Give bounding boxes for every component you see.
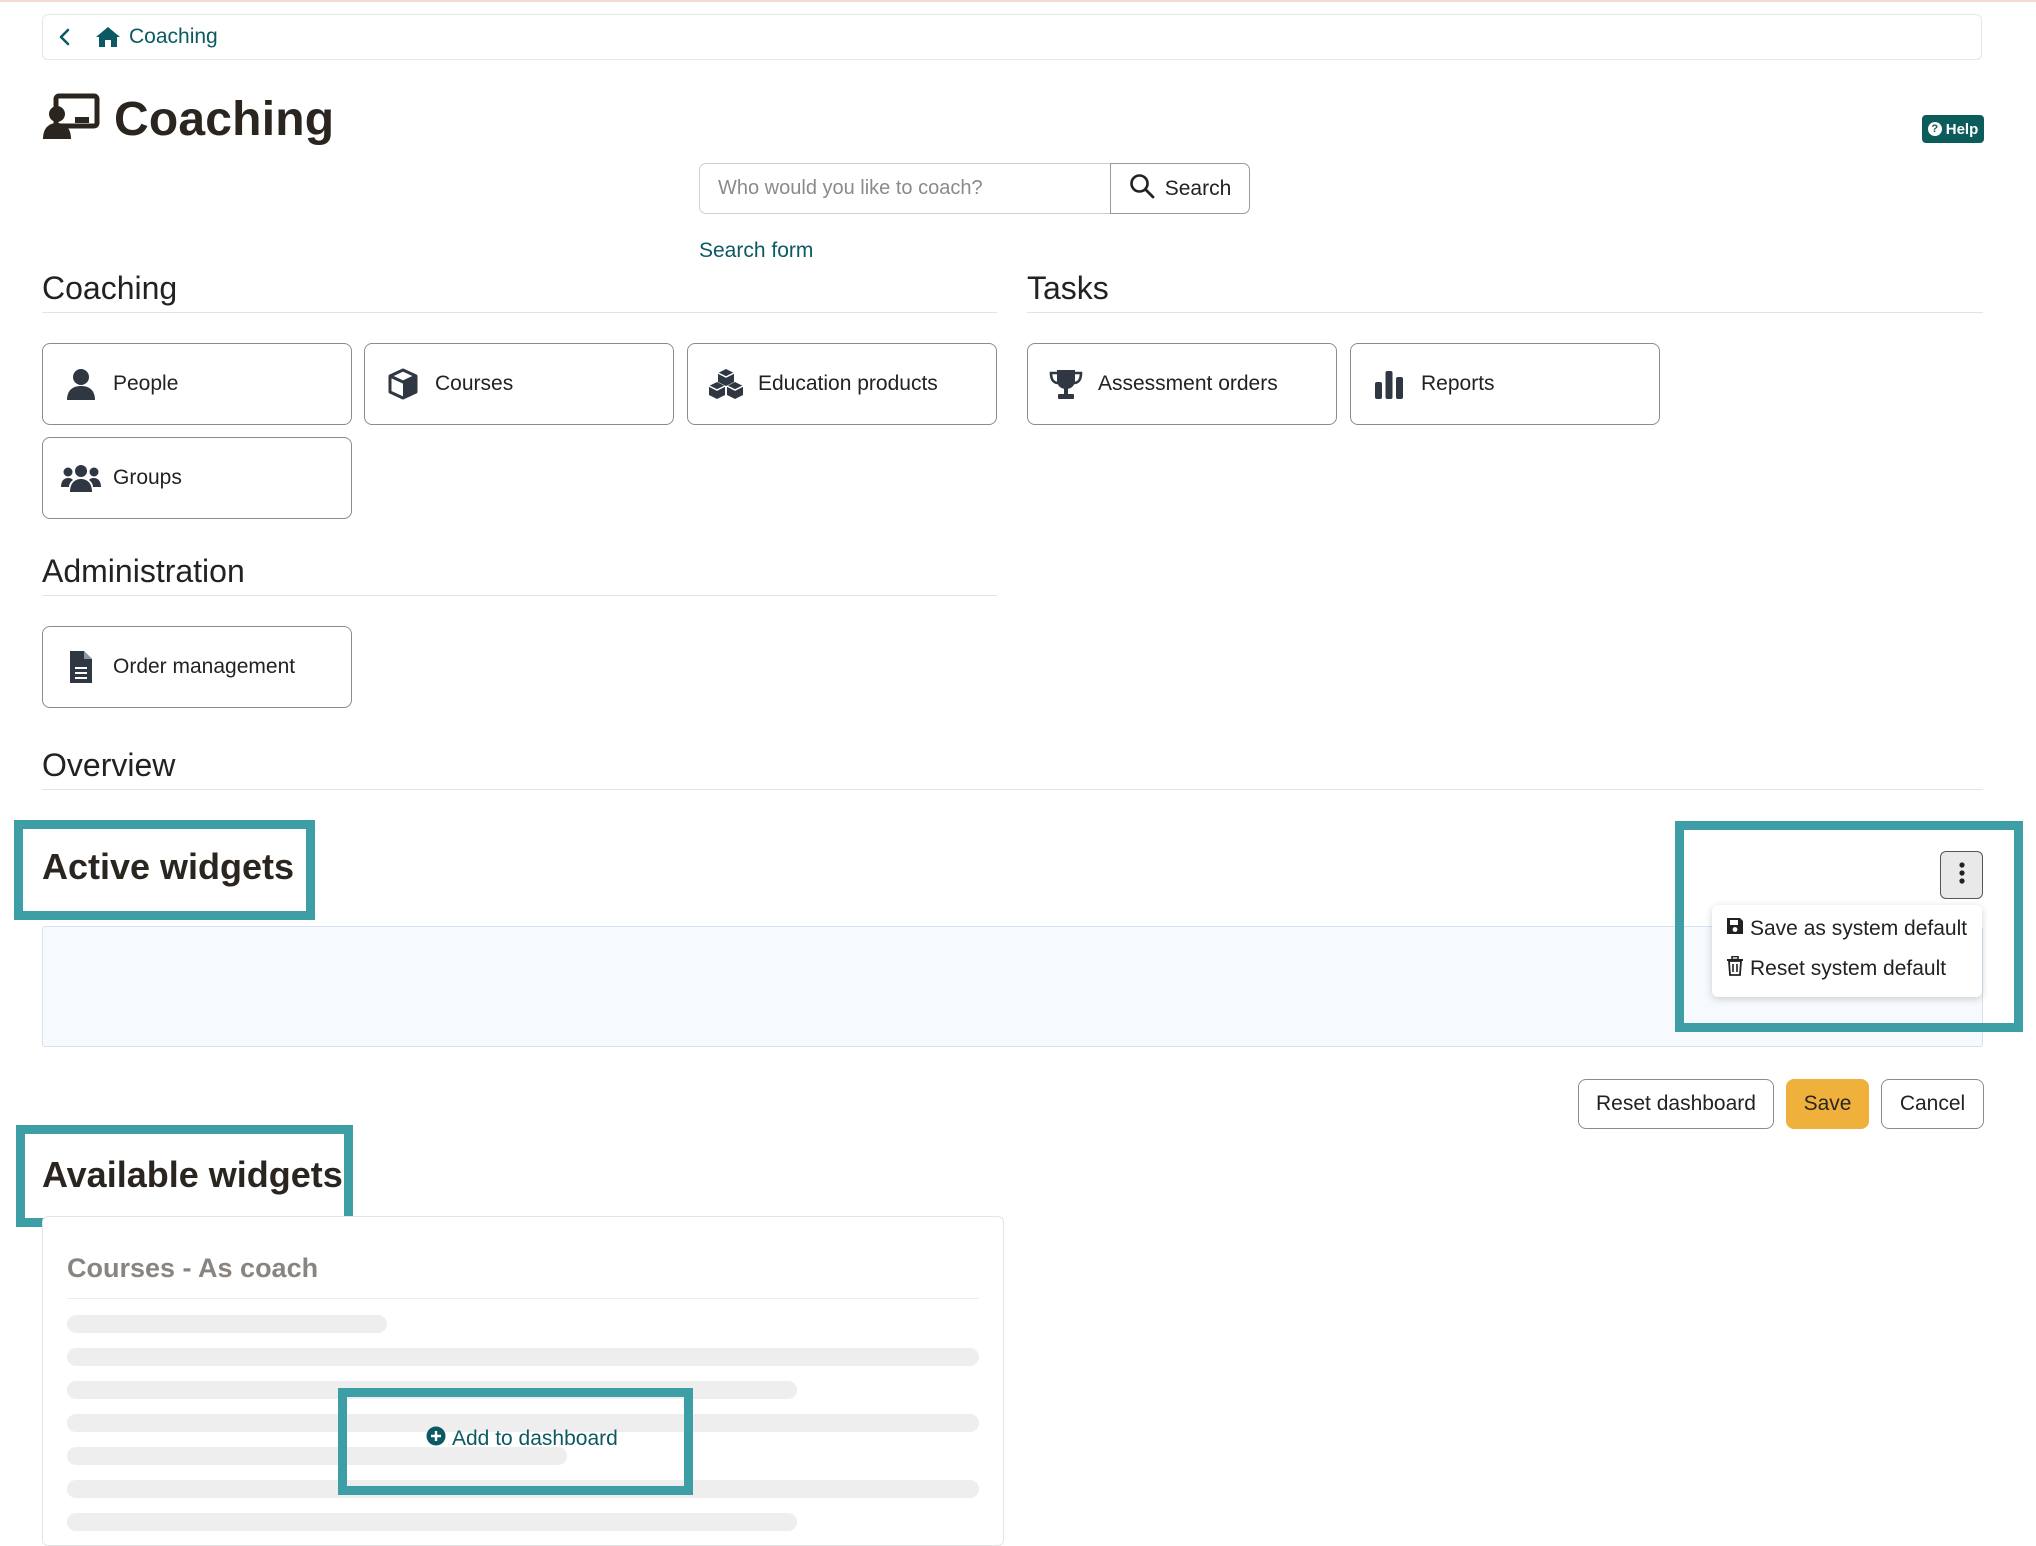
search-button[interactable]: Search [1110,163,1250,214]
help-label: Help [1945,120,1979,138]
active-widgets-heading: Active widgets [42,846,295,887]
cubes-icon [706,364,746,404]
tile-assessment-orders[interactable]: Assessment orders [1027,343,1337,425]
section-heading-tasks: Tasks [1027,270,1109,306]
section-heading-overview: Overview [42,747,176,783]
tile-label: Order management [113,655,296,678]
tile-label: Courses [435,372,514,395]
save-disk-icon [1726,917,1744,941]
question-icon: ? [1927,122,1942,136]
page-title: Coaching [42,92,334,147]
plus-circle-icon [426,1426,446,1452]
tile-label: Assessment orders [1098,372,1278,395]
search-icon [1129,173,1155,205]
top-accent-line [0,0,2036,2]
tile-order-management[interactable]: Order management [42,626,352,708]
page-title-text: Coaching [114,93,335,146]
tile-label: Groups [113,466,182,489]
widget-card-courses-as-coach: Courses - As coach [42,1216,1004,1546]
back-chevron-icon[interactable] [45,15,85,59]
trash-icon [1726,955,1744,982]
cancel-button[interactable]: Cancel [1881,1079,1984,1129]
tile-reports[interactable]: Reports [1350,343,1660,425]
menu-item-label: Save as system default [1750,917,1968,940]
breadcrumb: Coaching [42,14,1982,60]
section-heading-administration: Administration [42,553,245,589]
tile-education-products[interactable]: Education products [687,343,997,425]
tile-label: Reports [1421,372,1495,395]
bar-chart-icon [1369,364,1409,404]
menu-item-label: Reset system default [1750,957,1947,980]
document-icon [61,647,101,687]
menu-item-save-default[interactable]: Save as system default [1726,917,1967,941]
help-button[interactable]: ? Help [1922,115,1984,143]
add-to-dashboard-label: Add to dashboard [452,1427,618,1450]
widget-options-menu: Save as system default Reset system defa… [1712,905,1982,997]
tile-groups[interactable]: Groups [42,437,352,519]
reset-dashboard-button[interactable]: Reset dashboard [1578,1079,1774,1129]
add-to-dashboard-button[interactable]: Add to dashboard [426,1426,618,1452]
coaching-icon [42,93,100,146]
kebab-menu-icon [1958,861,1965,889]
search-button-label: Search [1164,176,1232,200]
save-button[interactable]: Save [1786,1079,1869,1129]
search-form-link[interactable]: Search form [699,239,813,263]
tile-label: People [113,372,179,395]
skeleton-line [67,1315,387,1333]
section-divider [42,789,1983,790]
available-widgets-heading: Available widgets [42,1154,343,1195]
tile-label: Education products [758,372,938,395]
more-options-button[interactable] [1940,851,1983,899]
widget-card-title: Courses - As coach [67,1253,319,1283]
tile-courses[interactable]: Courses [364,343,674,425]
section-divider [42,595,997,596]
menu-item-reset-default[interactable]: Reset system default [1726,955,1947,982]
cube-icon [383,364,423,404]
section-divider [42,312,997,313]
section-heading-coaching: Coaching [42,270,178,306]
skeleton-line [67,1348,979,1366]
person-icon [61,364,101,404]
users-icon [61,458,101,498]
skeleton-line [67,1513,797,1531]
trophy-icon [1046,364,1086,404]
section-divider [1027,312,1983,313]
widget-card-divider [67,1298,979,1299]
search-input[interactable] [699,163,1111,214]
tile-people[interactable]: People [42,343,352,425]
home-icon[interactable] [95,26,121,48]
breadcrumb-current[interactable]: Coaching [129,25,218,49]
